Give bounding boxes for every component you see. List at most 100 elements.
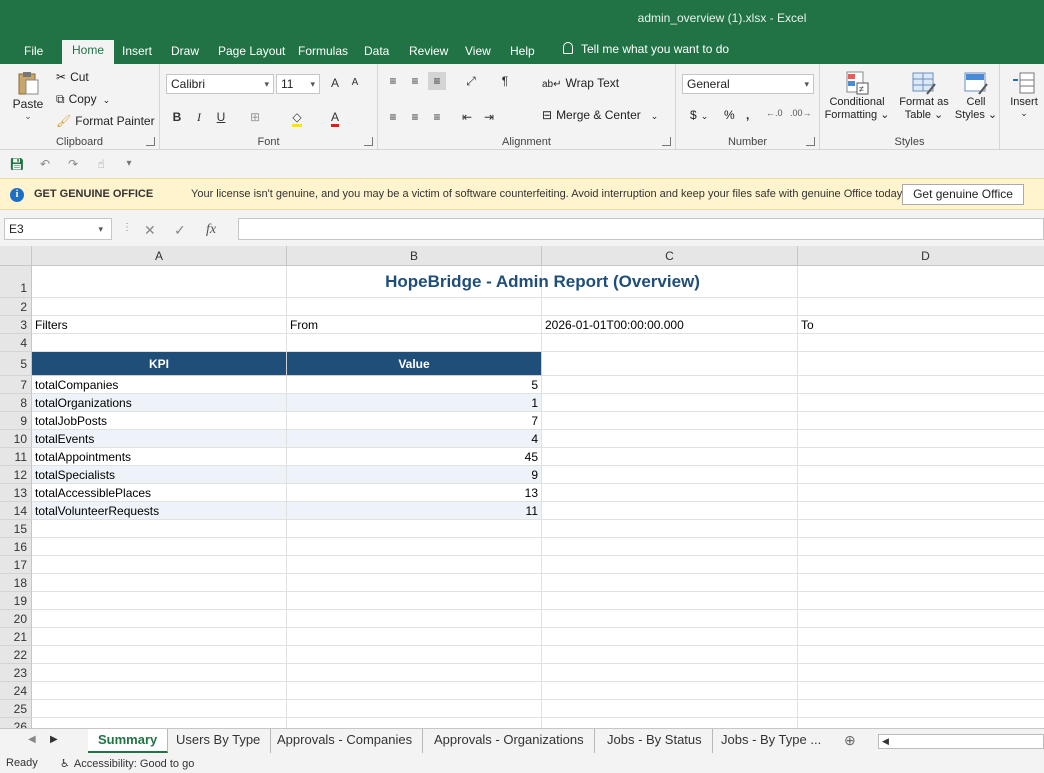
currency-button[interactable]: $ ⌄: [690, 108, 708, 122]
cancel-icon[interactable]: ✕: [144, 222, 156, 239]
row-header[interactable]: 26: [0, 718, 32, 728]
row-header[interactable]: 20: [0, 610, 32, 628]
scroll-tabs-right-icon[interactable]: ▶: [50, 734, 58, 745]
decrease-decimal-button[interactable]: .00→: [790, 108, 812, 118]
tab-draw[interactable]: Draw: [163, 42, 207, 64]
fill-color-button[interactable]: ◇: [288, 108, 306, 127]
sheet-tab-users-by-type[interactable]: Users By Type: [166, 729, 272, 753]
grid-cell[interactable]: [32, 664, 287, 682]
kpi-value-cell[interactable]: 9: [287, 466, 542, 484]
grid-cell[interactable]: [32, 538, 287, 556]
tab-page-layout[interactable]: Page Layout: [210, 42, 293, 64]
customize-qat-button[interactable]: ▾: [120, 155, 138, 173]
tab-insert[interactable]: Insert: [114, 42, 160, 64]
grid-cell[interactable]: [287, 538, 542, 556]
grid-cell[interactable]: [542, 664, 798, 682]
sheet-tab-approvals-organizations[interactable]: Approvals - Organizations: [424, 729, 595, 753]
grid-cell[interactable]: [287, 682, 542, 700]
column-header-b[interactable]: B: [287, 246, 542, 266]
grid-cell[interactable]: [542, 448, 798, 466]
tab-help[interactable]: Help: [502, 42, 543, 64]
grid-cell[interactable]: [798, 718, 1044, 728]
grid-cell[interactable]: [798, 430, 1044, 448]
get-genuine-office-button[interactable]: Get genuine Office: [902, 184, 1024, 205]
decrease-indent-button[interactable]: ⇤: [458, 108, 476, 126]
wrap-text-button[interactable]: ab↵ Wrap Text: [542, 76, 619, 90]
tell-me-box[interactable]: Tell me what you want to do: [563, 42, 729, 56]
grid-cell[interactable]: [798, 538, 1044, 556]
accessibility-status[interactable]: ♿︎ Accessibility: Good to go: [60, 757, 194, 770]
column-header-a[interactable]: A: [32, 246, 287, 266]
row-header[interactable]: 19: [0, 592, 32, 610]
grid-cell[interactable]: [798, 266, 1044, 298]
row-header[interactable]: 24: [0, 682, 32, 700]
grid-cell[interactable]: [798, 628, 1044, 646]
kpi-name-cell[interactable]: totalOrganizations: [32, 394, 287, 412]
grid-cell[interactable]: [32, 556, 287, 574]
grid-cell[interactable]: [32, 610, 287, 628]
tab-data[interactable]: Data: [356, 42, 397, 64]
alignment-launcher-icon[interactable]: [662, 137, 671, 146]
name-box[interactable]: E3 ▾: [4, 218, 112, 240]
tab-formulas[interactable]: Formulas: [290, 42, 356, 64]
save-button[interactable]: 💾︎: [8, 155, 26, 173]
kpi-value-cell[interactable]: 1: [287, 394, 542, 412]
from-value[interactable]: 2026-01-01T00:00:00.000: [542, 316, 798, 334]
row-header[interactable]: 5: [0, 352, 32, 376]
from-label[interactable]: From: [287, 316, 542, 334]
row-header[interactable]: 22: [0, 646, 32, 664]
sheet-tab-jobs-by-status[interactable]: Jobs - By Status: [597, 729, 713, 753]
grid-cell[interactable]: [542, 682, 798, 700]
kpi-header[interactable]: KPI: [32, 352, 287, 376]
grid-cell[interactable]: [542, 700, 798, 718]
sheet-tab-jobs-by-type[interactable]: Jobs - By Type ...: [711, 729, 831, 753]
grid-cell[interactable]: [542, 718, 798, 728]
font-size-select[interactable]: 11 ▾: [276, 74, 320, 94]
font-name-select[interactable]: Calibri ▾: [166, 74, 274, 94]
grid-cell[interactable]: [798, 466, 1044, 484]
to-label[interactable]: To: [798, 316, 1044, 334]
row-header[interactable]: 14: [0, 502, 32, 520]
select-all-corner[interactable]: [0, 246, 32, 266]
grid-cell[interactable]: [542, 592, 798, 610]
formula-input[interactable]: [238, 218, 1044, 240]
sheet-tab-summary[interactable]: Summary: [88, 729, 169, 753]
grid-cell[interactable]: [542, 412, 798, 430]
font-launcher-icon[interactable]: [364, 137, 373, 146]
kpi-value-cell[interactable]: 4: [287, 430, 542, 448]
grid-cell[interactable]: [287, 556, 542, 574]
scroll-tabs-left-icon[interactable]: ◀: [28, 734, 36, 745]
row-header[interactable]: 16: [0, 538, 32, 556]
grid-cell[interactable]: [542, 574, 798, 592]
grid-cell[interactable]: [798, 412, 1044, 430]
kpi-name-cell[interactable]: totalSpecialists: [32, 466, 287, 484]
grid-cell[interactable]: [32, 700, 287, 718]
number-launcher-icon[interactable]: [806, 137, 815, 146]
tab-view[interactable]: View: [457, 42, 499, 64]
grid-cell[interactable]: [287, 718, 542, 728]
grid-cell[interactable]: [798, 334, 1044, 352]
sheet-tab-approvals-companies[interactable]: Approvals - Companies: [267, 729, 424, 753]
kpi-name-cell[interactable]: totalVolunteerRequests: [32, 502, 287, 520]
row-header[interactable]: 15: [0, 520, 32, 538]
italic-button[interactable]: I: [190, 108, 208, 126]
filters-label[interactable]: Filters: [32, 316, 287, 334]
grid-cell[interactable]: [542, 646, 798, 664]
row-header[interactable]: 17: [0, 556, 32, 574]
grid-cell[interactable]: [798, 556, 1044, 574]
increase-decimal-button[interactable]: ←.0: [766, 108, 783, 118]
grid-cell[interactable]: [542, 430, 798, 448]
clipboard-launcher-icon[interactable]: [146, 137, 155, 146]
grid-cell[interactable]: [32, 628, 287, 646]
borders-button[interactable]: ⊞: [246, 108, 264, 126]
middle-align-button[interactable]: ≡: [406, 72, 424, 90]
touch-mode-button[interactable]: ☝︎: [92, 155, 110, 173]
copy-button[interactable]: ⧉ Copy ⌄: [56, 92, 110, 107]
format-as-table-button[interactable]: Format as Table ⌄: [896, 70, 952, 121]
shrink-font-button[interactable]: A: [346, 74, 364, 92]
grid-cell[interactable]: [32, 682, 287, 700]
row-header[interactable]: 12: [0, 466, 32, 484]
grid-cell[interactable]: [542, 556, 798, 574]
row-header[interactable]: 10: [0, 430, 32, 448]
percent-button[interactable]: %: [724, 108, 735, 122]
